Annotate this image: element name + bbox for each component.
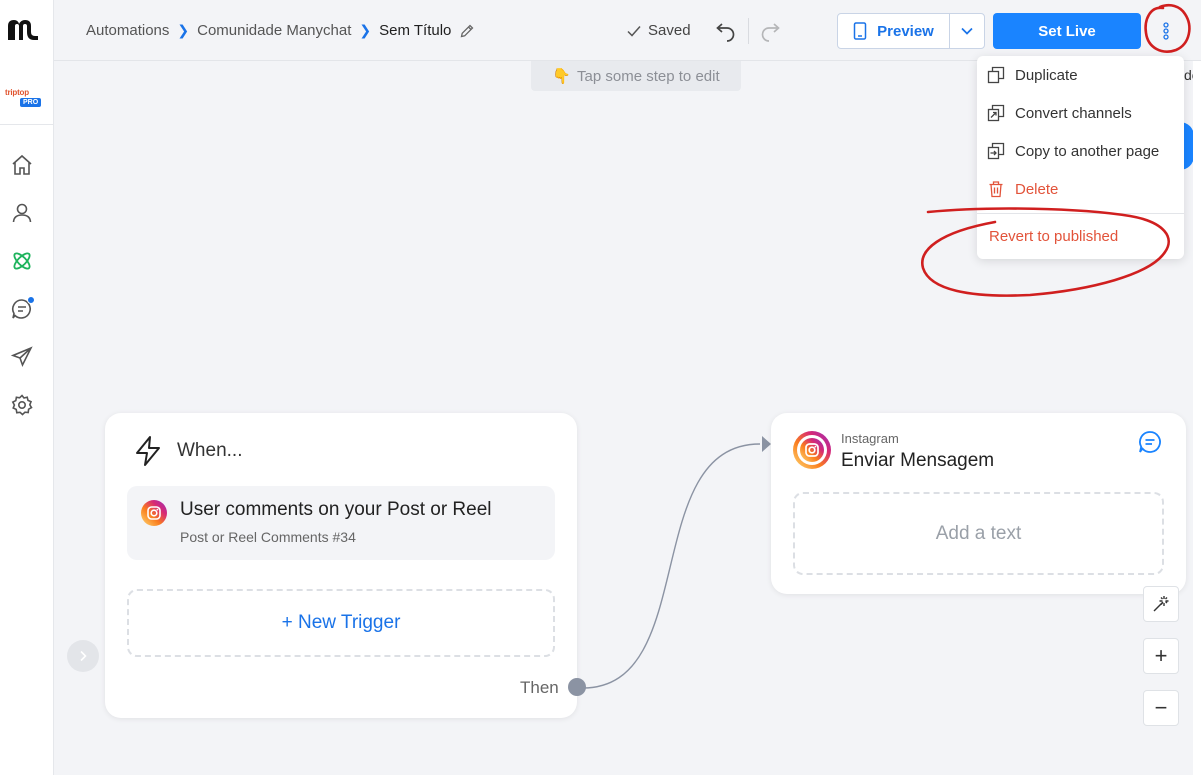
then-output-port[interactable]	[568, 678, 586, 696]
menu-item-label: Duplicate	[1015, 66, 1078, 84]
menu-item-label: Copy to another page	[1015, 142, 1160, 160]
chevron-right-icon	[80, 650, 87, 662]
home-icon[interactable]	[10, 153, 34, 177]
user-icon[interactable]	[10, 201, 34, 225]
edit-hint-text: Tap some step to edit	[577, 67, 720, 85]
duplicate-icon	[987, 66, 1005, 84]
menu-item-convert-channels[interactable]: Convert channels	[977, 96, 1184, 130]
convert-icon	[987, 104, 1005, 122]
redo-icon[interactable]	[758, 19, 782, 43]
pro-badge: PRO	[20, 98, 42, 107]
then-label: Then	[520, 678, 559, 697]
breadcrumb: Automations ❯ Comunidade Manychat ❯ Sem …	[86, 22, 475, 39]
top-bar: Automations ❯ Comunidade Manychat ❯ Sem …	[54, 0, 1201, 61]
chevron-right-icon: ❯	[359, 22, 372, 38]
notification-dot	[27, 296, 35, 304]
saved-label: Saved	[648, 22, 691, 39]
preview-button[interactable]: Preview	[837, 13, 950, 49]
magic-wand-button[interactable]	[1143, 586, 1179, 622]
trigger-subtitle: Post or Reel Comments #34	[180, 529, 356, 545]
instagram-icon	[793, 431, 831, 469]
chevron-right-icon: ❯	[177, 22, 190, 38]
menu-item-copy-to-page[interactable]: Copy to another page	[977, 134, 1184, 168]
menu-item-revert-to-published[interactable]: Revert to published	[977, 219, 1184, 253]
message-card[interactable]: Instagram Enviar Mensagem Add a text	[771, 413, 1186, 594]
menu-item-label: Convert channels	[1015, 104, 1132, 122]
preview-dropdown-button[interactable]	[949, 13, 985, 49]
pointing-down-icon: 👇	[552, 68, 572, 85]
sidebar: triptop PRO	[0, 0, 54, 775]
add-text-button[interactable]: Add a text	[793, 492, 1164, 575]
send-icon[interactable]	[10, 345, 34, 369]
account-avatar[interactable]: triptop PRO	[5, 78, 47, 112]
undo-icon[interactable]	[714, 19, 738, 43]
menu-item-delete[interactable]: Delete	[977, 172, 1184, 206]
phone-icon	[853, 22, 867, 40]
trigger-card[interactable]: When... User comments on your Post or Re…	[105, 413, 586, 718]
message-title: Enviar Mensagem	[841, 450, 995, 471]
account-name: triptop	[5, 88, 29, 97]
more-vertical-icon	[1163, 22, 1169, 40]
set-live-button[interactable]: Set Live	[993, 13, 1141, 49]
check-icon	[627, 25, 641, 37]
settings-icon[interactable]	[10, 393, 34, 417]
instagram-icon	[141, 500, 167, 526]
preview-label: Preview	[877, 22, 934, 40]
chevron-down-icon	[961, 27, 973, 35]
saved-status: Saved	[626, 22, 691, 39]
zoom-out-button[interactable]: −	[1143, 690, 1179, 726]
menu-item-label: Delete	[1015, 180, 1059, 198]
breadcrumb-automations[interactable]: Automations	[86, 22, 169, 39]
right-edge	[1193, 61, 1201, 775]
new-trigger-button[interactable]: + New Trigger	[127, 589, 555, 657]
magic-wand-icon	[1153, 596, 1169, 612]
more-options-button[interactable]	[1151, 13, 1181, 49]
more-options-menu: Duplicate Convert channels Copy to anoth…	[977, 56, 1184, 259]
expand-panel-button[interactable]	[67, 640, 99, 672]
menu-divider	[977, 213, 1184, 214]
toolbar-divider	[748, 18, 749, 44]
lightning-icon	[136, 436, 160, 466]
automation-title[interactable]: Sem Título	[379, 22, 451, 39]
sidebar-divider	[0, 124, 54, 125]
pencil-icon[interactable]	[459, 23, 475, 39]
trash-icon	[989, 181, 1003, 198]
copy-icon	[987, 142, 1005, 160]
breadcrumb-folder[interactable]: Comunidade Manychat	[197, 22, 351, 39]
input-port-arrow	[762, 436, 771, 452]
chat-icon[interactable]	[10, 296, 35, 321]
edit-hint: 👇 Tap some step to edit	[531, 61, 741, 91]
when-label: When...	[177, 440, 243, 461]
trigger-title: User comments on your Post or Reel	[180, 499, 492, 520]
manychat-logo[interactable]	[6, 16, 40, 44]
when-header: When...	[133, 435, 242, 467]
automation-icon[interactable]	[10, 249, 34, 273]
comment-icon[interactable]	[1137, 429, 1163, 455]
message-channel: Instagram	[841, 431, 899, 446]
zoom-in-button[interactable]: +	[1143, 638, 1179, 674]
trigger-item[interactable]: User comments on your Post or Reel Post …	[127, 486, 555, 560]
menu-item-duplicate[interactable]: Duplicate	[977, 58, 1184, 92]
